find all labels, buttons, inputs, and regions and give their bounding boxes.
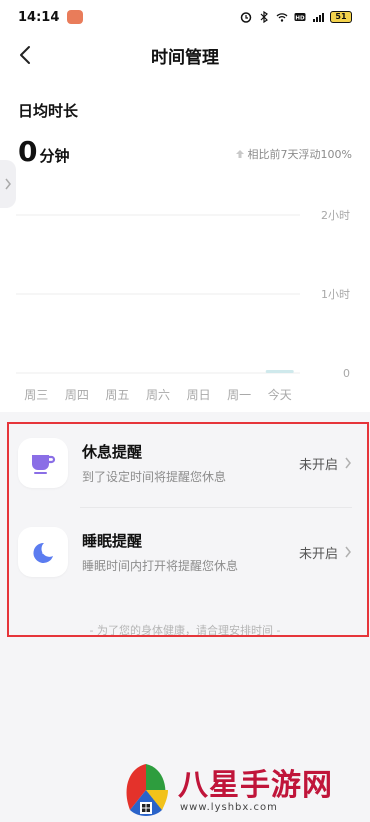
- svg-text:HD: HD: [295, 15, 305, 21]
- battery-icon: 51: [330, 11, 352, 23]
- x-tick-label: 周三: [24, 388, 48, 402]
- page-title: 时间管理: [151, 47, 219, 68]
- compare-text: 相比前7天浮动100%: [235, 146, 352, 162]
- rest-reminder-status[interactable]: 未开启: [299, 454, 352, 473]
- daily-average-label: 日均时长: [18, 102, 79, 120]
- x-tick-label: 周四: [65, 388, 89, 402]
- y-tick-label: 0: [343, 367, 350, 380]
- footer-note: - 为了您的身体健康，请合理安排时间 -: [89, 624, 281, 637]
- status-time: 14:14: [18, 9, 60, 25]
- item-divider: [80, 507, 352, 508]
- watermark-url: www.lyshbx.com: [180, 802, 278, 813]
- status-bar: 14:14 HD 51: [0, 0, 370, 34]
- hd-icon: HD: [294, 13, 306, 21]
- x-tick-label: 周日: [187, 388, 211, 402]
- sleep-reminder-desc: 睡眠时间内打开将提醒您休息: [82, 559, 239, 573]
- sleep-reminder-status-label: 未开启: [298, 546, 338, 562]
- watermark-logo-icon: [126, 764, 168, 816]
- compare-label: 相比前7天浮动100%: [247, 148, 352, 161]
- chevron-right-icon: [345, 546, 351, 558]
- rest-reminder-text: 休息提醒 到了设定时间将提醒您休息: [82, 441, 226, 485]
- sleep-reminder-text: 睡眠提醒 睡眠时间内打开将提醒您休息: [82, 530, 238, 574]
- site-watermark: 八星手游网 www.lyshbx.com: [118, 760, 368, 820]
- cup-icon: [32, 455, 56, 474]
- alarm-icon: [240, 12, 252, 23]
- chart-bar: [265, 370, 294, 373]
- average-number: 0: [18, 135, 38, 168]
- rest-reminder-status-label: 未开启: [298, 457, 338, 473]
- average-unit: 分钟: [39, 147, 70, 165]
- rest-reminder-title: 休息提醒: [82, 443, 143, 461]
- x-tick-label: 周六: [146, 388, 170, 402]
- app-notification-icon: [67, 10, 84, 24]
- moon-icon: [33, 542, 53, 563]
- wifi-icon: [276, 13, 288, 22]
- x-tick-label: 周一: [227, 388, 251, 402]
- rest-reminder-desc: 到了设定时间将提醒您休息: [82, 470, 227, 484]
- reminder-list: 休息提醒 到了设定时间将提醒您休息 未开启 睡眠提醒 睡眠时间内打开将提醒您休息…: [10, 425, 366, 633]
- sleep-reminder-title: 睡眠提醒: [82, 532, 143, 550]
- back-arrow-icon[interactable]: [14, 42, 40, 68]
- nav-bar: 时间管理: [0, 34, 370, 76]
- rest-reminder-icon-wrap: [18, 438, 68, 488]
- time-management-page: 14:14 HD 51 时间管理 日均时长 0 分钟 相比前7天浮动100% 0…: [0, 0, 370, 822]
- chevron-right-icon: [345, 457, 351, 469]
- watermark-text: 八星手游网: [178, 768, 333, 803]
- y-tick-label: 2小时: [321, 209, 350, 222]
- arrow-up-icon: [235, 150, 244, 158]
- bluetooth-icon: [260, 11, 268, 23]
- usage-chart: 0 1小时 2小时周三 周四 周五 周六 周日 周一 今天: [16, 209, 350, 402]
- status-icons: HD 51: [240, 11, 352, 23]
- x-tick-label: 今天: [268, 387, 292, 402]
- signal-icon: [313, 13, 324, 22]
- x-tick-label: 周五: [105, 388, 129, 402]
- sleep-reminder-icon-wrap: [18, 527, 68, 577]
- rest-reminder-item[interactable]: 休息提醒 到了设定时间将提醒您休息 未开启: [10, 425, 366, 501]
- y-tick-label: 1小时: [321, 288, 350, 301]
- chevron-right-icon: [5, 178, 11, 190]
- sleep-reminder-status[interactable]: 未开启: [299, 543, 352, 562]
- sleep-reminder-item[interactable]: 睡眠提醒 睡眠时间内打开将提醒您休息 未开启: [10, 514, 366, 590]
